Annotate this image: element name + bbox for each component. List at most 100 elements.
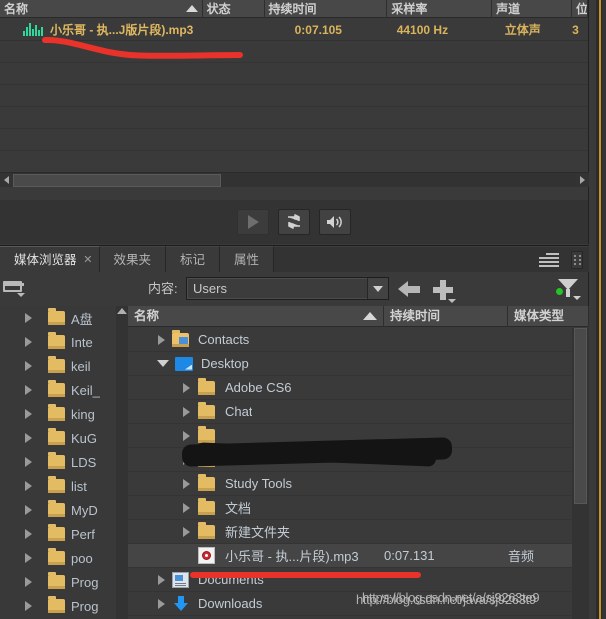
chevron-down-icon[interactable] [157, 360, 169, 367]
chevron-right-icon[interactable] [25, 433, 32, 443]
chevron-right-icon[interactable] [25, 337, 32, 347]
tree-column-media-type[interactable]: 媒体类型 [508, 305, 589, 327]
column-header-sample-rate[interactable]: 采样率 [387, 0, 493, 18]
sidebar-item[interactable]: A盘 [0, 306, 128, 330]
sidebar-item[interactable]: Prog [0, 594, 128, 618]
folder-icon [198, 401, 215, 419]
folder-icon [198, 425, 215, 443]
sidebar-item[interactable]: MyD [0, 498, 128, 522]
scroll-right-button[interactable] [576, 173, 589, 188]
tree-column-name[interactable]: 名称 [128, 305, 384, 327]
chevron-right-icon[interactable] [183, 502, 190, 513]
column-header-status[interactable]: 状态 [203, 0, 265, 18]
sidebar-item[interactable]: Inte [0, 330, 128, 354]
chevron-right-icon[interactable] [25, 361, 32, 371]
tree-column-duration[interactable]: 持续时间 [384, 305, 508, 327]
tree-row[interactable]: Contacts [128, 328, 572, 352]
column-header-channels[interactable]: 声道 [492, 0, 572, 18]
sidebar-item[interactable]: Perf [0, 522, 128, 546]
tree-row[interactable]: Adobe CS6 [128, 376, 572, 400]
column-header-duration[interactable]: 持续时间 [265, 0, 388, 18]
tree-row-label: Chat [225, 404, 253, 419]
tab-markers[interactable]: 标记 [166, 246, 221, 272]
sidebar-item[interactable]: LDS [0, 450, 128, 474]
tab-strip-filler [274, 246, 589, 272]
loop-icon [288, 214, 300, 229]
chevron-right-icon[interactable] [25, 529, 32, 539]
mp3-file-icon [198, 547, 215, 564]
tree-vertical-scrollbar[interactable] [572, 328, 589, 619]
close-icon[interactable]: ✕ [83, 247, 92, 273]
chevron-right-icon[interactable] [158, 598, 165, 609]
play-button[interactable] [237, 209, 269, 235]
chevron-right-icon[interactable] [25, 313, 32, 323]
chevron-right-icon[interactable] [25, 409, 32, 419]
chevron-right-icon[interactable] [183, 526, 190, 537]
back-arrow-icon[interactable] [398, 281, 420, 298]
waveform-icon [23, 23, 45, 36]
column-header-bits[interactable]: 位 [572, 0, 588, 18]
chevron-right-icon[interactable] [158, 334, 165, 345]
panel-menu-icon[interactable] [539, 253, 559, 267]
add-shortcut-icon[interactable] [433, 280, 456, 303]
chevron-right-icon[interactable] [183, 430, 190, 441]
sidebar-vertical-scrollbar[interactable] [116, 306, 128, 619]
scrollbar-track[interactable] [13, 173, 576, 187]
chevron-right-icon[interactable] [183, 382, 190, 393]
sidebar-item[interactable]: Keil_ [0, 378, 128, 402]
folder-icon [48, 404, 65, 421]
sidebar-item[interactable]: keil [0, 354, 128, 378]
panel-drag-grip[interactable] [571, 251, 583, 269]
file-list-empty-row[interactable] [0, 63, 588, 85]
sidebar-item[interactable]: Prog [0, 570, 128, 594]
chevron-up-icon[interactable] [117, 308, 127, 314]
chevron-right-icon[interactable] [25, 385, 32, 395]
chevron-right-icon[interactable] [25, 553, 32, 563]
file-list-empty-row[interactable] [0, 151, 588, 173]
file-row-sample-rate: 44100 Hz [396, 22, 449, 37]
content-path-combobox[interactable]: Users [186, 277, 389, 300]
tab-properties[interactable]: 属性 [220, 246, 275, 272]
chevron-right-icon[interactable] [25, 505, 32, 515]
sidebar-item[interactable]: list [0, 474, 128, 498]
chevron-right-icon[interactable] [25, 577, 32, 587]
scroll-left-button[interactable] [0, 173, 13, 188]
sort-ascending-icon[interactable] [185, 4, 198, 12]
chevron-right-icon[interactable] [25, 457, 32, 467]
chevron-right-icon[interactable] [158, 574, 165, 585]
tree-row[interactable]: Chat [128, 400, 572, 424]
folder-icon [198, 473, 215, 491]
tree-row[interactable]: Study Tools [128, 472, 572, 496]
file-list-empty-row[interactable] [0, 107, 588, 129]
tab-media-browser-label: 媒体浏览器 [14, 253, 77, 267]
chevron-right-icon[interactable] [183, 406, 190, 417]
scrollbar-thumb[interactable] [13, 173, 221, 187]
tree-row[interactable]: 文档 [128, 496, 572, 520]
chevron-right-icon[interactable] [25, 481, 32, 491]
tab-media-browser[interactable]: 媒体浏览器 ✕ [0, 246, 100, 272]
chevron-right-icon[interactable] [25, 601, 32, 611]
sidebar-item[interactable]: poo [0, 546, 128, 570]
file-list-empty-row[interactable] [0, 85, 588, 107]
sidebar-item[interactable]: KuG [0, 426, 128, 450]
sidebar-item[interactable]: king [0, 402, 128, 426]
file-list-horizontal-scrollbar[interactable] [0, 172, 589, 187]
filter-icon[interactable] [556, 279, 581, 300]
chevron-right-icon[interactable] [183, 478, 190, 489]
tree-row[interactable]: Desktop [128, 352, 572, 376]
sort-ascending-icon[interactable] [363, 311, 377, 320]
volume-button[interactable] [319, 209, 351, 235]
folder-shortcuts-sidebar[interactable]: A盘 Inte keil Keil_ king KuG LDS list MyD… [0, 306, 128, 619]
folder-icon [48, 500, 65, 517]
tab-effects-rack[interactable]: 效果夹 [99, 246, 167, 272]
desktop-icon [175, 356, 193, 371]
column-header-name[interactable]: 名称 [0, 0, 203, 18]
scrollbar-thumb[interactable] [574, 328, 587, 504]
chevron-down-icon[interactable] [367, 278, 388, 299]
loop-button[interactable] [278, 209, 310, 235]
file-list-empty-row[interactable] [0, 129, 588, 151]
tree-column-name-label: 名称 [134, 308, 160, 323]
tree-row[interactable]: 新建文件夹 [128, 520, 572, 544]
view-mode-icon[interactable] [3, 281, 25, 297]
tree-row-selected[interactable]: 小乐哥 - 执...片段).mp3 0:07.131 音频 [128, 544, 572, 568]
